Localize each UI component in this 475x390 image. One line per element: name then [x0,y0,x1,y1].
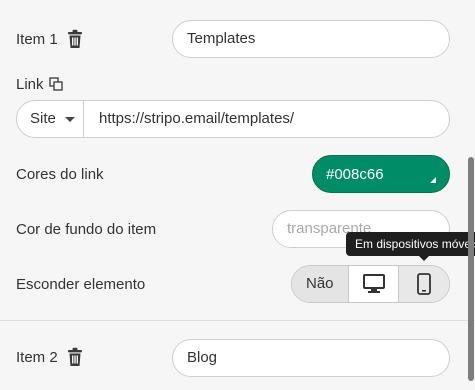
tooltip: Em dispositivos móveis [346,232,475,256]
resize-corner-icon [430,177,436,183]
item-bg-label-text: Cor de fundo do item [16,221,157,238]
chevron-down-icon [65,117,75,122]
link-color-label-text: Cores do link [16,166,104,183]
hide-no-label: Não [306,275,334,292]
hide-element-label: Esconder elemento [16,275,145,295]
desktop-icon [363,274,385,293]
link-color-value: #008c66 [326,166,384,183]
item-1-input[interactable]: Templates [172,20,450,58]
item-2-label-text: Item 2 [16,349,58,366]
mobile-icon [417,273,431,295]
hide-element-label-text: Esconder elemento [16,276,146,293]
item-bg-label: Cor de fundo do item [16,220,156,240]
trash-icon[interactable] [67,29,83,49]
hide-no-button[interactable]: Não [292,266,349,302]
scrollbar-track[interactable] [467,0,475,390]
copy-icon[interactable] [49,77,63,91]
item-2-input[interactable]: Blog [172,339,450,377]
tooltip-arrow [419,256,429,261]
hide-desktop-button[interactable] [349,266,399,302]
scrollbar-thumb[interactable] [468,157,474,381]
item-2-label: Item 2 [16,348,58,368]
link-label: Link [16,75,44,95]
hide-mobile-button[interactable] [399,266,449,302]
link-color-label: Cores do link [16,165,104,185]
link-input-group: Site https://stripo.email/templates/ [16,100,450,138]
item-1-input-value: Templates [187,30,256,47]
link-type-selected: Site [30,110,56,127]
link-color-picker[interactable]: #008c66 [312,155,450,193]
hide-element-toggle-group: Não [291,265,450,303]
link-type-select[interactable]: Site [17,101,84,137]
trash-icon[interactable] [67,347,83,367]
item-1-label: Item 1 [16,30,58,50]
item-1-label-text: Item 1 [16,31,58,48]
item-divider [0,320,475,321]
item-2-input-value: Blog [187,349,218,366]
link-label-text: Link [16,76,44,93]
tooltip-text: Em dispositivos móveis [355,237,475,251]
link-url-input[interactable]: https://stripo.email/templates/ [99,109,294,129]
